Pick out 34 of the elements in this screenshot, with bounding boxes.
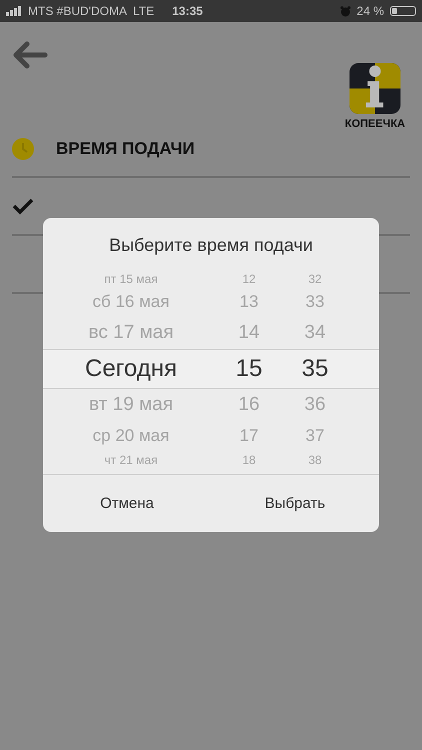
clock-time: 13:35 xyxy=(172,4,203,18)
select-button[interactable]: Выбрать xyxy=(211,475,379,532)
hour-option[interactable]: 17 xyxy=(219,426,279,446)
hour-option[interactable]: 15 xyxy=(219,355,279,383)
section-title: ВРЕМЯ ПОДАЧИ xyxy=(56,139,195,159)
day-option[interactable]: пт 15 мая xyxy=(43,272,219,286)
hour-option[interactable]: 14 xyxy=(219,322,279,344)
day-option[interactable]: вс 17 мая xyxy=(43,322,219,344)
day-option[interactable]: Сегодня xyxy=(43,355,219,383)
minute-option[interactable]: 36 xyxy=(279,394,351,416)
dialog-title: Выберите время подачи xyxy=(108,234,314,257)
minute-option[interactable]: 33 xyxy=(279,292,351,312)
battery-percent: 24 % xyxy=(356,4,384,18)
hour-option[interactable]: 13 xyxy=(219,292,279,312)
network-type: LTE xyxy=(132,4,154,18)
signal-icon xyxy=(6,6,22,16)
back-arrow-icon[interactable] xyxy=(12,40,48,70)
battery-icon xyxy=(390,6,416,16)
day-option[interactable]: ср 20 мая xyxy=(43,426,219,446)
minute-option[interactable]: 38 xyxy=(279,453,351,467)
carrier-name: MTS #BUD'DOMA xyxy=(28,4,127,18)
logo-text: КОПЕЕЧКА xyxy=(344,118,406,130)
minute-option[interactable]: 35 xyxy=(279,355,351,383)
hour-option[interactable]: 18 xyxy=(219,453,279,467)
hour-option[interactable]: 16 xyxy=(219,394,279,416)
hour-option[interactable]: 12 xyxy=(219,272,279,286)
cancel-button[interactable]: Отмена xyxy=(43,475,211,532)
clock-icon xyxy=(12,138,34,160)
minute-option[interactable]: 32 xyxy=(279,272,351,286)
minute-option[interactable]: 34 xyxy=(279,322,351,344)
day-option[interactable]: сб 16 мая xyxy=(43,292,219,312)
day-option[interactable]: вт 19 мая xyxy=(43,394,219,416)
minute-option[interactable]: 37 xyxy=(279,426,351,446)
day-option[interactable]: чт 21 мая xyxy=(43,453,219,467)
